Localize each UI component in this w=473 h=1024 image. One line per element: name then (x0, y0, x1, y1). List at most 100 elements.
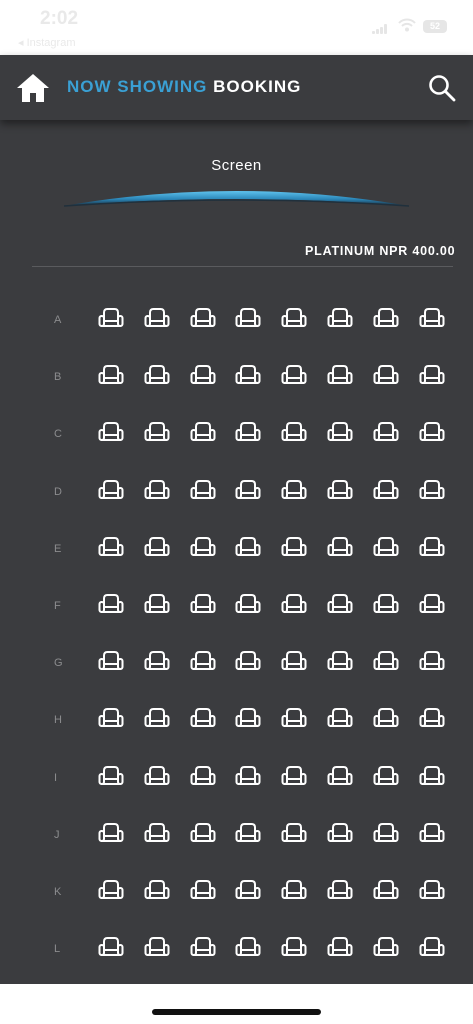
seat-icon[interactable] (144, 650, 170, 673)
seat-icon[interactable] (373, 822, 399, 845)
seat-icon[interactable] (98, 822, 124, 845)
seat-icon[interactable] (373, 879, 399, 902)
seat-icon[interactable] (327, 364, 353, 387)
seat-icon[interactable] (98, 765, 124, 788)
seat-icon[interactable] (419, 536, 445, 559)
seat-icon[interactable] (190, 879, 216, 902)
seat-icon[interactable] (144, 364, 170, 387)
seat-icon[interactable] (235, 765, 261, 788)
seat-icon[interactable] (327, 536, 353, 559)
seat-icon[interactable] (419, 707, 445, 730)
seat-icon[interactable] (373, 765, 399, 788)
seat-icon[interactable] (281, 593, 307, 616)
seat-icon[interactable] (281, 479, 307, 502)
seat-icon[interactable] (235, 936, 261, 959)
seat-icon[interactable] (144, 421, 170, 444)
search-icon[interactable] (428, 74, 456, 102)
seat-icon[interactable] (190, 765, 216, 788)
seat-icon[interactable] (373, 479, 399, 502)
seat-icon[interactable] (235, 593, 261, 616)
seat-icon[interactable] (373, 936, 399, 959)
seat-icon[interactable] (419, 421, 445, 444)
seat-icon[interactable] (98, 307, 124, 330)
seat-icon[interactable] (190, 936, 216, 959)
seat-icon[interactable] (98, 479, 124, 502)
seat-icon[interactable] (419, 765, 445, 788)
seat-icon[interactable] (190, 479, 216, 502)
seat-icon[interactable] (144, 536, 170, 559)
seat-icon[interactable] (235, 536, 261, 559)
seat-icon[interactable] (190, 536, 216, 559)
seat-icon[interactable] (98, 364, 124, 387)
seat-icon[interactable] (144, 879, 170, 902)
seat-icon[interactable] (419, 822, 445, 845)
seat-icon[interactable] (235, 707, 261, 730)
seat-icon[interactable] (281, 307, 307, 330)
seat-icon[interactable] (281, 707, 307, 730)
seat-icon[interactable] (419, 364, 445, 387)
seat-icon[interactable] (281, 650, 307, 673)
seat-icon[interactable] (98, 936, 124, 959)
seat-icon[interactable] (235, 879, 261, 902)
seat-icon[interactable] (281, 364, 307, 387)
seat-icon[interactable] (419, 936, 445, 959)
seat-icon[interactable] (144, 936, 170, 959)
seat-icon[interactable] (235, 421, 261, 444)
home-icon[interactable] (16, 71, 50, 105)
seat-icon[interactable] (419, 593, 445, 616)
seat-icon[interactable] (144, 707, 170, 730)
seat-icon[interactable] (419, 879, 445, 902)
seat-icon[interactable] (98, 650, 124, 673)
seat-icon[interactable] (373, 536, 399, 559)
seat-icon[interactable] (281, 536, 307, 559)
seat-icon[interactable] (327, 936, 353, 959)
seat-icon[interactable] (144, 307, 170, 330)
seat-icon[interactable] (190, 822, 216, 845)
seat-icon[interactable] (190, 707, 216, 730)
seat-icon[interactable] (235, 479, 261, 502)
seat-icon[interactable] (235, 307, 261, 330)
seat-icon[interactable] (144, 765, 170, 788)
seat-icon[interactable] (419, 479, 445, 502)
seat-icon[interactable] (190, 421, 216, 444)
seat-icon[interactable] (98, 707, 124, 730)
seat-icon[interactable] (190, 593, 216, 616)
seat-icon[interactable] (327, 479, 353, 502)
seat-icon[interactable] (98, 593, 124, 616)
seat-icon[interactable] (373, 421, 399, 444)
seat-icon[interactable] (235, 364, 261, 387)
seat-icon[interactable] (281, 879, 307, 902)
home-indicator[interactable] (152, 1009, 321, 1015)
seat-icon[interactable] (190, 364, 216, 387)
seat-icon[interactable] (98, 421, 124, 444)
seat-icon[interactable] (98, 879, 124, 902)
seat-icon[interactable] (327, 593, 353, 616)
seat-icon[interactable] (281, 936, 307, 959)
seat-icon[interactable] (144, 479, 170, 502)
seat-icon[interactable] (373, 364, 399, 387)
seat-icon[interactable] (327, 765, 353, 788)
seat-icon[interactable] (373, 307, 399, 330)
seat-icon[interactable] (98, 536, 124, 559)
seat-icon[interactable] (327, 650, 353, 673)
seat-icon[interactable] (373, 707, 399, 730)
seat-icon[interactable] (419, 307, 445, 330)
seat-icon[interactable] (144, 822, 170, 845)
seat-icon[interactable] (373, 593, 399, 616)
seat-icon[interactable] (327, 421, 353, 444)
seat-icon[interactable] (235, 650, 261, 673)
seat-icon[interactable] (327, 879, 353, 902)
seat-icon[interactable] (281, 421, 307, 444)
seat-icon[interactable] (327, 707, 353, 730)
seat-icon[interactable] (373, 650, 399, 673)
seat-icon[interactable] (281, 765, 307, 788)
seat-icon[interactable] (190, 650, 216, 673)
seat-icon[interactable] (327, 307, 353, 330)
seat-icon[interactable] (144, 593, 170, 616)
seat-icon[interactable] (419, 650, 445, 673)
seat-icon[interactable] (235, 822, 261, 845)
seat-icon[interactable] (327, 822, 353, 845)
seat-icon[interactable] (190, 307, 216, 330)
back-to-app-link[interactable]: ◂ Instagram (18, 36, 76, 49)
seat-icon[interactable] (281, 822, 307, 845)
